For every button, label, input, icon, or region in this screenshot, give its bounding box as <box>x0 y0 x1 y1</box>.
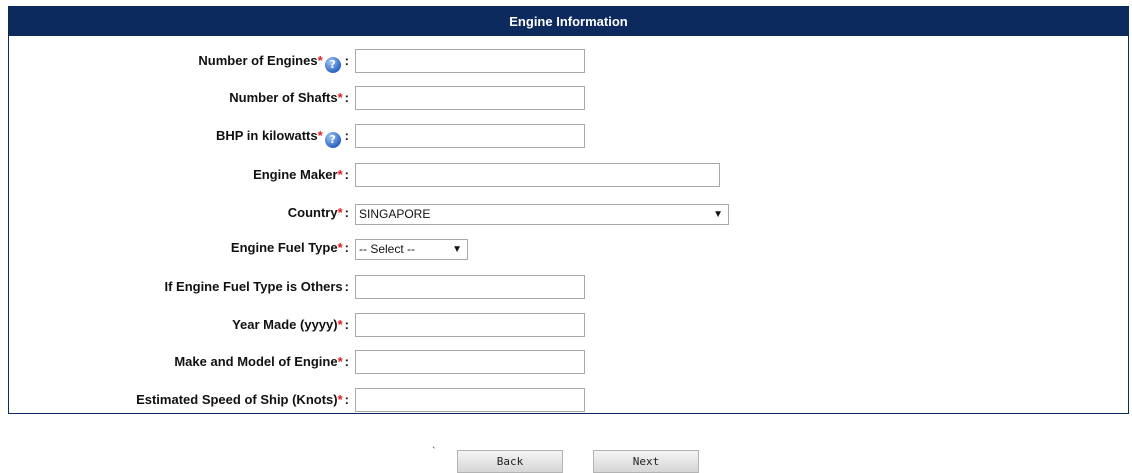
row-fuel-type-other: If Engine Fuel Type is Others: <box>9 274 1128 300</box>
row-number-of-engines: Number of Engines*?: <box>9 48 1128 74</box>
required-mark: * <box>337 90 343 105</box>
row-fuel-type: Engine Fuel Type*: -- Select -- ▼ <box>9 235 1128 261</box>
required-mark: * <box>337 317 343 332</box>
fuel-type-other-input[interactable] <box>355 275 585 299</box>
label-est-speed: Estimated Speed of Ship (Knots)*: <box>136 392 349 407</box>
required-mark: * <box>337 167 343 182</box>
row-bhp-kilowatts: BHP in kilowatts*?: <box>9 123 1128 149</box>
row-number-of-shafts: Number of Shafts*: <box>9 85 1128 111</box>
dropdown-arrow-icon: ▼ <box>452 244 462 255</box>
required-mark: * <box>337 392 343 407</box>
country-selected-value: SINGAPORE <box>359 207 431 221</box>
est-speed-input[interactable] <box>355 388 585 412</box>
bhp-kilowatts-input[interactable] <box>355 124 585 148</box>
fuel-type-selected-value: -- Select -- <box>359 242 416 256</box>
stray-tick-mark: ` <box>432 446 436 458</box>
fuel-type-select[interactable]: -- Select -- ▼ <box>355 239 468 260</box>
help-icon[interactable]: ? <box>324 57 341 73</box>
label-fuel-type-other: If Engine Fuel Type is Others: <box>164 279 349 294</box>
required-mark: * <box>337 205 343 220</box>
row-year-made: Year Made (yyyy)*: <box>9 312 1128 338</box>
row-make-model: Make and Model of Engine*: <box>9 349 1128 375</box>
back-button[interactable]: Back <box>457 450 563 473</box>
required-mark: * <box>337 240 343 255</box>
make-model-input[interactable] <box>355 350 585 374</box>
required-mark: * <box>337 354 343 369</box>
row-est-speed: Estimated Speed of Ship (Knots)*: <box>9 387 1128 413</box>
label-number-of-engines: Number of Engines*?: <box>198 53 349 73</box>
number-of-engines-input[interactable] <box>355 49 585 73</box>
required-mark: * <box>317 53 323 68</box>
country-select[interactable]: SINGAPORE ▼ <box>355 204 729 225</box>
engine-maker-input[interactable] <box>355 163 720 187</box>
year-made-input[interactable] <box>355 313 585 337</box>
label-country: Country*: <box>287 205 349 220</box>
label-make-model: Make and Model of Engine*: <box>174 354 349 369</box>
label-fuel-type: Engine Fuel Type*: <box>230 240 349 255</box>
row-country: Country*: SINGAPORE ▼ <box>9 200 1128 226</box>
label-engine-maker: Engine Maker*: <box>253 167 349 182</box>
help-icon[interactable]: ? <box>324 132 341 148</box>
required-mark: * <box>317 128 323 143</box>
panel-title: Engine Information <box>9 7 1128 36</box>
next-button[interactable]: Next <box>593 450 699 473</box>
label-bhp-kilowatts: BHP in kilowatts*?: <box>215 128 349 148</box>
number-of-shafts-input[interactable] <box>355 86 585 110</box>
row-engine-maker: Engine Maker*: <box>9 162 1128 188</box>
engine-information-panel: Engine Information Number of Engines*?: … <box>8 6 1129 414</box>
label-year-made: Year Made (yyyy)*: <box>232 317 349 332</box>
label-number-of-shafts: Number of Shafts*: <box>229 90 349 105</box>
dropdown-arrow-icon: ▼ <box>713 209 723 220</box>
